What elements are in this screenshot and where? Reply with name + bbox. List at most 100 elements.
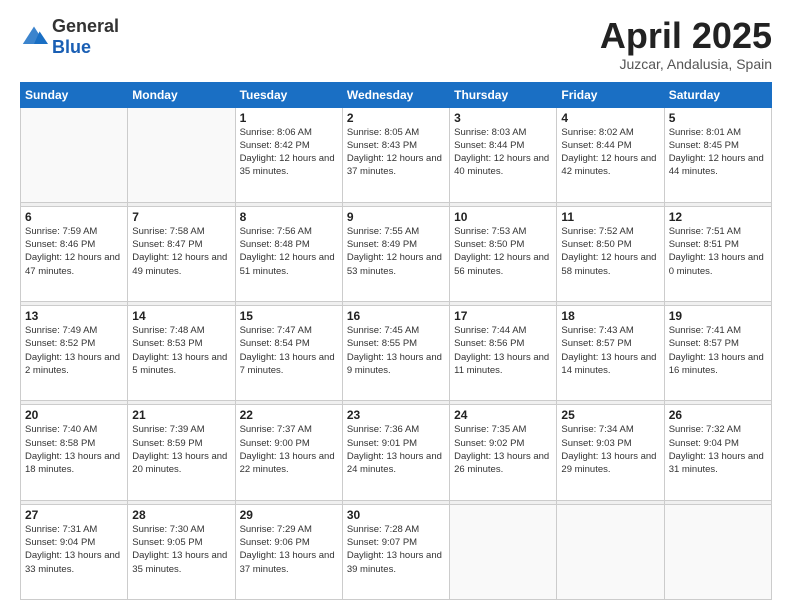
day-info: Sunrise: 7:36 AMSunset: 9:01 PMDaylight:… (347, 423, 445, 476)
calendar-cell (664, 504, 771, 599)
day-info: Sunrise: 8:01 AMSunset: 8:45 PMDaylight:… (669, 126, 767, 179)
calendar-week-row: 13Sunrise: 7:49 AMSunset: 8:52 PMDayligh… (21, 306, 772, 401)
day-number: 19 (669, 309, 767, 323)
day-number: 4 (561, 111, 659, 125)
day-info: Sunrise: 7:53 AMSunset: 8:50 PMDaylight:… (454, 225, 552, 278)
calendar-cell: 3Sunrise: 8:03 AMSunset: 8:44 PMDaylight… (450, 107, 557, 202)
logo-icon (20, 23, 48, 51)
calendar-cell: 4Sunrise: 8:02 AMSunset: 8:44 PMDaylight… (557, 107, 664, 202)
calendar-cell: 22Sunrise: 7:37 AMSunset: 9:00 PMDayligh… (235, 405, 342, 500)
col-monday: Monday (128, 82, 235, 107)
day-info: Sunrise: 7:32 AMSunset: 9:04 PMDaylight:… (669, 423, 767, 476)
day-info: Sunrise: 7:47 AMSunset: 8:54 PMDaylight:… (240, 324, 338, 377)
day-number: 25 (561, 408, 659, 422)
calendar-cell: 12Sunrise: 7:51 AMSunset: 8:51 PMDayligh… (664, 206, 771, 301)
day-number: 9 (347, 210, 445, 224)
col-friday: Friday (557, 82, 664, 107)
day-info: Sunrise: 7:48 AMSunset: 8:53 PMDaylight:… (132, 324, 230, 377)
day-info: Sunrise: 7:52 AMSunset: 8:50 PMDaylight:… (561, 225, 659, 278)
day-number: 2 (347, 111, 445, 125)
day-info: Sunrise: 8:06 AMSunset: 8:42 PMDaylight:… (240, 126, 338, 179)
title-section: April 2025 Juzcar, Andalusia, Spain (600, 16, 772, 72)
calendar-cell: 21Sunrise: 7:39 AMSunset: 8:59 PMDayligh… (128, 405, 235, 500)
day-number: 14 (132, 309, 230, 323)
calendar-week-row: 1Sunrise: 8:06 AMSunset: 8:42 PMDaylight… (21, 107, 772, 202)
day-info: Sunrise: 7:31 AMSunset: 9:04 PMDaylight:… (25, 523, 123, 576)
calendar-cell (21, 107, 128, 202)
day-info: Sunrise: 7:44 AMSunset: 8:56 PMDaylight:… (454, 324, 552, 377)
day-info: Sunrise: 8:05 AMSunset: 8:43 PMDaylight:… (347, 126, 445, 179)
day-info: Sunrise: 7:37 AMSunset: 9:00 PMDaylight:… (240, 423, 338, 476)
day-number: 16 (347, 309, 445, 323)
day-info: Sunrise: 7:29 AMSunset: 9:06 PMDaylight:… (240, 523, 338, 576)
calendar-cell: 19Sunrise: 7:41 AMSunset: 8:57 PMDayligh… (664, 306, 771, 401)
day-number: 26 (669, 408, 767, 422)
calendar-cell: 17Sunrise: 7:44 AMSunset: 8:56 PMDayligh… (450, 306, 557, 401)
calendar-table: Sunday Monday Tuesday Wednesday Thursday… (20, 82, 772, 600)
day-number: 8 (240, 210, 338, 224)
calendar-cell: 7Sunrise: 7:58 AMSunset: 8:47 PMDaylight… (128, 206, 235, 301)
day-number: 3 (454, 111, 552, 125)
calendar-cell: 24Sunrise: 7:35 AMSunset: 9:02 PMDayligh… (450, 405, 557, 500)
day-info: Sunrise: 7:35 AMSunset: 9:02 PMDaylight:… (454, 423, 552, 476)
calendar-week-row: 20Sunrise: 7:40 AMSunset: 8:58 PMDayligh… (21, 405, 772, 500)
month-title: April 2025 (600, 16, 772, 56)
calendar-week-row: 6Sunrise: 7:59 AMSunset: 8:46 PMDaylight… (21, 206, 772, 301)
calendar-cell: 5Sunrise: 8:01 AMSunset: 8:45 PMDaylight… (664, 107, 771, 202)
day-number: 20 (25, 408, 123, 422)
calendar-cell: 25Sunrise: 7:34 AMSunset: 9:03 PMDayligh… (557, 405, 664, 500)
col-saturday: Saturday (664, 82, 771, 107)
day-number: 18 (561, 309, 659, 323)
calendar-cell: 30Sunrise: 7:28 AMSunset: 9:07 PMDayligh… (342, 504, 449, 599)
day-number: 13 (25, 309, 123, 323)
calendar-header-row: Sunday Monday Tuesday Wednesday Thursday… (21, 82, 772, 107)
day-info: Sunrise: 7:45 AMSunset: 8:55 PMDaylight:… (347, 324, 445, 377)
day-number: 10 (454, 210, 552, 224)
calendar-cell: 23Sunrise: 7:36 AMSunset: 9:01 PMDayligh… (342, 405, 449, 500)
day-number: 7 (132, 210, 230, 224)
logo-general: General (52, 16, 119, 36)
day-info: Sunrise: 7:39 AMSunset: 8:59 PMDaylight:… (132, 423, 230, 476)
calendar-cell: 15Sunrise: 7:47 AMSunset: 8:54 PMDayligh… (235, 306, 342, 401)
calendar-cell: 9Sunrise: 7:55 AMSunset: 8:49 PMDaylight… (342, 206, 449, 301)
calendar-cell: 1Sunrise: 8:06 AMSunset: 8:42 PMDaylight… (235, 107, 342, 202)
col-thursday: Thursday (450, 82, 557, 107)
day-number: 30 (347, 508, 445, 522)
day-info: Sunrise: 7:43 AMSunset: 8:57 PMDaylight:… (561, 324, 659, 377)
day-info: Sunrise: 8:03 AMSunset: 8:44 PMDaylight:… (454, 126, 552, 179)
calendar-cell: 16Sunrise: 7:45 AMSunset: 8:55 PMDayligh… (342, 306, 449, 401)
logo-blue: Blue (52, 37, 91, 57)
page: General Blue April 2025 Juzcar, Andalusi… (0, 0, 792, 612)
day-number: 17 (454, 309, 552, 323)
day-info: Sunrise: 7:55 AMSunset: 8:49 PMDaylight:… (347, 225, 445, 278)
day-info: Sunrise: 7:28 AMSunset: 9:07 PMDaylight:… (347, 523, 445, 576)
col-tuesday: Tuesday (235, 82, 342, 107)
day-number: 28 (132, 508, 230, 522)
calendar-cell: 27Sunrise: 7:31 AMSunset: 9:04 PMDayligh… (21, 504, 128, 599)
day-number: 22 (240, 408, 338, 422)
calendar-cell: 28Sunrise: 7:30 AMSunset: 9:05 PMDayligh… (128, 504, 235, 599)
day-number: 23 (347, 408, 445, 422)
calendar-cell: 29Sunrise: 7:29 AMSunset: 9:06 PMDayligh… (235, 504, 342, 599)
logo: General Blue (20, 16, 119, 58)
day-info: Sunrise: 7:49 AMSunset: 8:52 PMDaylight:… (25, 324, 123, 377)
calendar-cell: 8Sunrise: 7:56 AMSunset: 8:48 PMDaylight… (235, 206, 342, 301)
logo-text: General Blue (52, 16, 119, 58)
day-number: 21 (132, 408, 230, 422)
location: Juzcar, Andalusia, Spain (600, 56, 772, 72)
calendar-cell (450, 504, 557, 599)
day-number: 6 (25, 210, 123, 224)
calendar-cell: 26Sunrise: 7:32 AMSunset: 9:04 PMDayligh… (664, 405, 771, 500)
calendar-cell: 6Sunrise: 7:59 AMSunset: 8:46 PMDaylight… (21, 206, 128, 301)
day-info: Sunrise: 7:56 AMSunset: 8:48 PMDaylight:… (240, 225, 338, 278)
day-number: 1 (240, 111, 338, 125)
calendar-cell (128, 107, 235, 202)
day-number: 11 (561, 210, 659, 224)
day-number: 12 (669, 210, 767, 224)
day-number: 27 (25, 508, 123, 522)
calendar-cell: 11Sunrise: 7:52 AMSunset: 8:50 PMDayligh… (557, 206, 664, 301)
day-number: 5 (669, 111, 767, 125)
calendar-cell: 20Sunrise: 7:40 AMSunset: 8:58 PMDayligh… (21, 405, 128, 500)
day-info: Sunrise: 7:34 AMSunset: 9:03 PMDaylight:… (561, 423, 659, 476)
day-number: 24 (454, 408, 552, 422)
